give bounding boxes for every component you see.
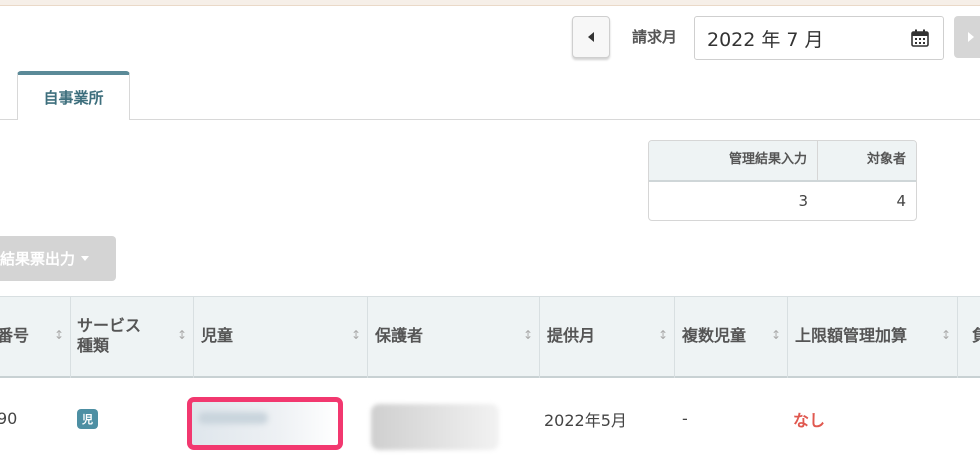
column-header-multiple-children[interactable]: 複数児童 ↕ [675,296,788,378]
column-header-child[interactable]: 児童 ↕ [194,296,368,378]
billing-month-input[interactable]: 2022 年 7 月 [694,16,944,60]
cell-multiple-children: - [682,409,688,428]
cell-number: 90 [0,409,18,428]
export-results-dropdown-button[interactable]: 結果票出力 [0,236,116,281]
calendar-icon[interactable] [911,29,929,47]
dropdown-caret-icon [81,256,90,261]
next-month-button[interactable] [954,16,980,58]
column-header-service-type[interactable]: サービス 種類 ↕ [71,296,194,378]
sort-icon[interactable]: ↕ [771,328,781,342]
summary-value-results-input: 3 [798,192,808,210]
column-header-burden[interactable]: 負 [958,296,980,378]
top-strip [0,0,980,6]
summary-value-subjects: 4 [896,192,906,210]
summary-header-results-input: 管理結果入力 [649,141,818,180]
column-header-provision-month[interactable]: 提供月 ↕ [540,296,675,378]
summary-header-subjects: 対象者 [866,152,906,167]
cell-provision-month: 2022年5月 [544,410,627,430]
cell-upper-limit-addition: なし [793,410,826,430]
sort-icon[interactable]: ↕ [351,328,361,342]
billing-month-label: 請求月 [632,28,678,46]
summary-table: 管理結果入力 対象者 3 4 [648,140,917,221]
cell-service-type: 児 [71,378,194,459]
column-header-guardian[interactable]: 保護者 ↕ [368,296,540,378]
previous-month-button[interactable] [572,16,610,58]
service-type-badge: 児 [77,408,98,429]
tab-own-office[interactable]: 自事業所 [17,71,130,120]
caret-left-icon [588,32,594,42]
export-button-label: 結果票出力 [0,250,76,268]
sort-icon[interactable]: ↕ [658,328,668,342]
caret-right-icon [968,32,974,42]
guardian-name-redacted [371,404,499,450]
sort-icon[interactable]: ↕ [177,328,187,342]
sort-icon[interactable]: ↕ [941,328,951,342]
child-name-redacted-highlight[interactable] [187,397,343,450]
tab-divider [0,119,980,120]
sort-icon[interactable]: ↕ [54,328,64,342]
redacted-text [198,412,268,424]
column-header-upper-limit-addition[interactable]: 上限額管理加算 ↕ [788,296,958,378]
billing-month-value: 2022 年 7 月 [707,28,824,51]
sort-icon[interactable]: ↕ [523,328,533,342]
column-header-number[interactable]: 番号 ↕ [0,296,71,378]
